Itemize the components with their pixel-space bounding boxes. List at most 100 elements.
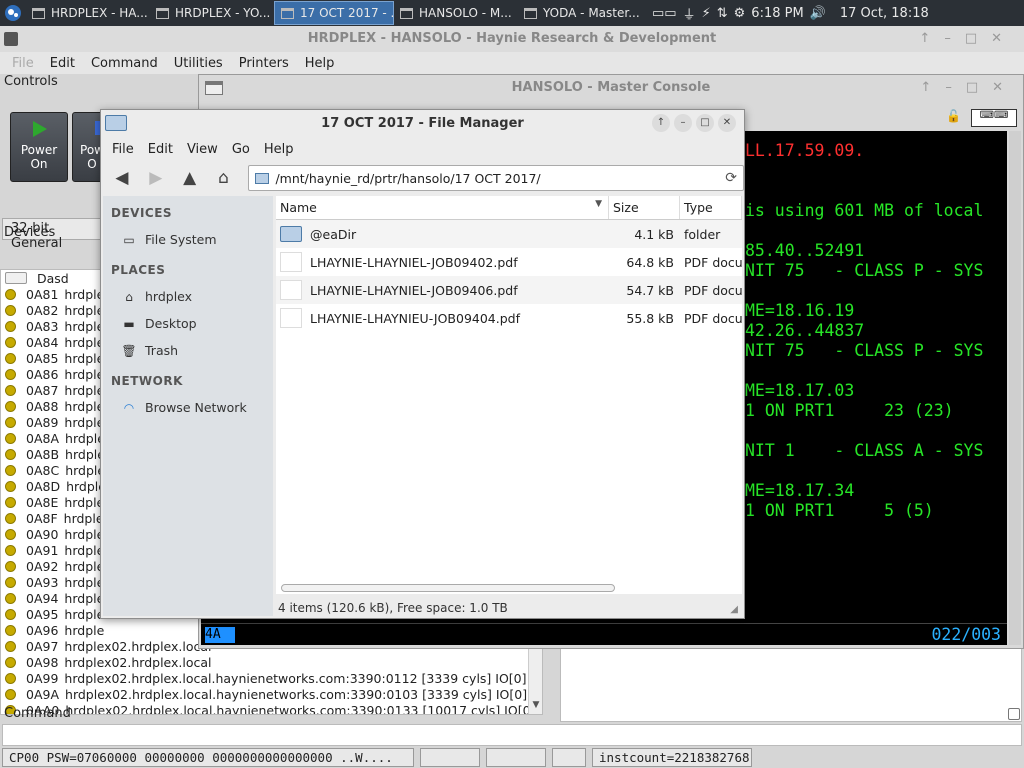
settings-gear-icon[interactable]: ⚙: [734, 6, 746, 21]
home-icon[interactable]: ⌂: [209, 164, 239, 192]
sidebar-item-filesystem[interactable]: ▭ File System: [103, 226, 273, 253]
fm-menu-view[interactable]: View: [180, 142, 225, 157]
menu-utilities[interactable]: Utilities: [166, 56, 231, 71]
device-description: hrdple: [64, 558, 105, 574]
sidebar-item-browse-network[interactable]: ◠ Browse Network: [103, 394, 273, 421]
menu-file[interactable]: File: [4, 56, 42, 71]
window-titlebar[interactable]: HRDPLEX - HANSOLO - Haynie Research & De…: [0, 26, 1024, 52]
window-buttons[interactable]: ↑–□✕: [919, 26, 1016, 52]
up-arrow-icon[interactable]: ▲: [175, 164, 205, 192]
command-label: Command: [4, 706, 71, 721]
device-row[interactable]: 0A98 hrdplex02.hrdplex.local: [1, 654, 542, 670]
system-tray: ▭▭ ⏚ ⚡ ⇅ ⚙ 6:18 PM 🔊 17 Oct, 18:18: [652, 4, 933, 23]
device-id: 0A8B: [26, 446, 60, 462]
taskbar-task-label: 17 OCT 2017 - ...: [300, 6, 394, 20]
command-input[interactable]: [2, 724, 1022, 746]
device-id: 0A94: [26, 590, 59, 606]
network-icon[interactable]: ⇅: [717, 6, 728, 21]
status-separator: [201, 623, 1007, 624]
file-row[interactable]: LHAYNIE-LHAYNIEL-JOB09406.pdf 54.7 kB PDF …: [276, 276, 742, 304]
file-list[interactable]: Name ▼ Size Type @eaDir 4.1 kB folder LHAYNI…: [276, 196, 742, 594]
fm-menu-file[interactable]: File: [105, 142, 141, 157]
fm-menu-edit[interactable]: Edit: [141, 142, 180, 157]
status-led-icon: [5, 384, 16, 396]
chevron-down-icon[interactable]: ▼: [529, 700, 542, 714]
taskbar-task[interactable]: HANSOLO - M...: [394, 1, 518, 25]
fm-titlebar[interactable]: 17 OCT 2017 - File Manager ↑ – □ ✕: [101, 110, 744, 138]
file-list-hscrollbar[interactable]: [281, 584, 615, 592]
device-row[interactable]: 0A99 hrdplex02.hrdplex.local.haynienetwor…: [1, 670, 542, 686]
device-description: hrdple: [64, 318, 105, 334]
power-on-button[interactable]: Power On: [10, 112, 68, 182]
console-titlebar[interactable]: HANSOLO - Master Console ↑–□✕: [199, 75, 1023, 101]
device-description: hrdplex02.hrdplex.local.haynienetworks.c…: [65, 686, 528, 702]
fm-menu-help[interactable]: Help: [257, 142, 301, 157]
device-id: 0A97: [26, 638, 59, 654]
minimize-icon[interactable]: –: [674, 114, 692, 132]
column-name[interactable]: Name ▼: [276, 196, 609, 219]
device-id: 0A83: [26, 318, 59, 334]
menu-command[interactable]: Command: [83, 56, 166, 71]
forward-arrow-icon[interactable]: ▶: [141, 164, 171, 192]
maximize-icon[interactable]: □: [696, 114, 714, 132]
resize-grip-icon[interactable]: ◢: [730, 600, 738, 620]
fm-menu-go[interactable]: Go: [225, 142, 257, 157]
folder-icon: [255, 172, 270, 184]
status-led-icon: [5, 320, 16, 332]
console-line: 1 ON PRT1 5 (5): [745, 501, 934, 520]
fm-sidebar: DEVICES ▭ File System PLACES ⌂ hrdplex ▬…: [103, 196, 273, 616]
status-led-icon: [5, 288, 16, 300]
device-row[interactable]: 0AA0 hrdplex02.hrdplex.local.haynienetwor…: [1, 702, 542, 714]
taskbar-task[interactable]: YODA - Master...: [518, 1, 642, 25]
file-row[interactable]: @eaDir 4.1 kB folder: [276, 220, 742, 248]
reload-icon[interactable]: ⟳: [725, 170, 737, 186]
close-icon[interactable]: ✕: [718, 114, 736, 132]
workspace-icon[interactable]: ▭▭: [652, 6, 677, 21]
taskbar-task[interactable]: 17 OCT 2017 - ...: [274, 1, 394, 25]
console-line: NIT 1 - CLASS A - SYS: [745, 441, 984, 460]
status-led-icon: [5, 688, 16, 700]
power-plug-icon[interactable]: ⚡: [702, 6, 711, 21]
file-name-cell: LHAYNIE-LHAYNIEL-JOB09406.pdf: [276, 280, 609, 300]
date-display[interactable]: 17 Oct, 18:18: [840, 6, 929, 21]
location-bar[interactable]: /mnt/haynie_rd/prtr/hansolo/17 OCT 2017/…: [248, 165, 745, 191]
file-row[interactable]: LHAYNIE-LHAYNIEU-JOB09404.pdf 55.8 kB PDF …: [276, 304, 742, 332]
status-led-icon: [5, 672, 16, 684]
network-header: NETWORK: [111, 374, 183, 388]
volume-icon[interactable]: 🔊: [810, 6, 826, 21]
sidebar-item-trash[interactable]: 🗑 Trash: [103, 337, 273, 364]
menu-edit[interactable]: Edit: [42, 56, 83, 71]
console-scrollbar[interactable]: [1009, 131, 1021, 645]
trash-icon: 🗑: [121, 343, 137, 358]
column-type[interactable]: Type: [680, 196, 742, 219]
sidebar-item-hrdplex[interactable]: ⌂ hrdplex: [103, 283, 273, 310]
lock-icon[interactable]: 🔓: [946, 109, 961, 123]
start-menu-icon[interactable]: [0, 0, 26, 26]
restore-icon[interactable]: [1008, 708, 1020, 720]
menu-printers[interactable]: Printers: [231, 56, 297, 71]
taskbar-task[interactable]: HRDPLEX - YO...: [150, 1, 274, 25]
fm-menubar: File Edit View Go Help: [101, 138, 744, 160]
device-description: hrdple: [64, 526, 105, 542]
taskbar-task[interactable]: HRDPLEX - HA...: [26, 1, 150, 25]
device-row[interactable]: 0A9A hrdplex02.hrdplex.local.haynienetwor…: [1, 686, 542, 702]
device-description: hrdple: [64, 622, 105, 638]
pdf-file-icon: [280, 308, 302, 328]
device-id: 0A99: [26, 670, 59, 686]
back-arrow-icon[interactable]: ◀: [107, 164, 137, 192]
input-cursor[interactable]: 4A: [205, 627, 235, 643]
pdf-file-icon: [280, 280, 302, 300]
clock[interactable]: 6:18 PM: [751, 6, 803, 21]
file-size: 55.8 kB: [626, 310, 674, 326]
column-size[interactable]: Size: [609, 196, 680, 219]
status-led-icon: [5, 368, 16, 380]
console-window-buttons[interactable]: ↑–□✕: [920, 75, 1017, 101]
file-row[interactable]: LHAYNIE-LHAYNIEL-JOB09402.pdf 64.8 kB PDF …: [276, 248, 742, 276]
usb-icon[interactable]: ⏚: [683, 4, 696, 23]
console-line: NIT 75 - CLASS P - SYS: [745, 261, 984, 280]
pin-icon[interactable]: ↑: [652, 114, 670, 132]
status-led-icon: [5, 480, 16, 492]
keyboard-icon[interactable]: ⌨⌨: [971, 109, 1017, 127]
menu-help[interactable]: Help: [297, 56, 343, 71]
sidebar-item-desktop[interactable]: ▬ Desktop: [103, 310, 273, 337]
